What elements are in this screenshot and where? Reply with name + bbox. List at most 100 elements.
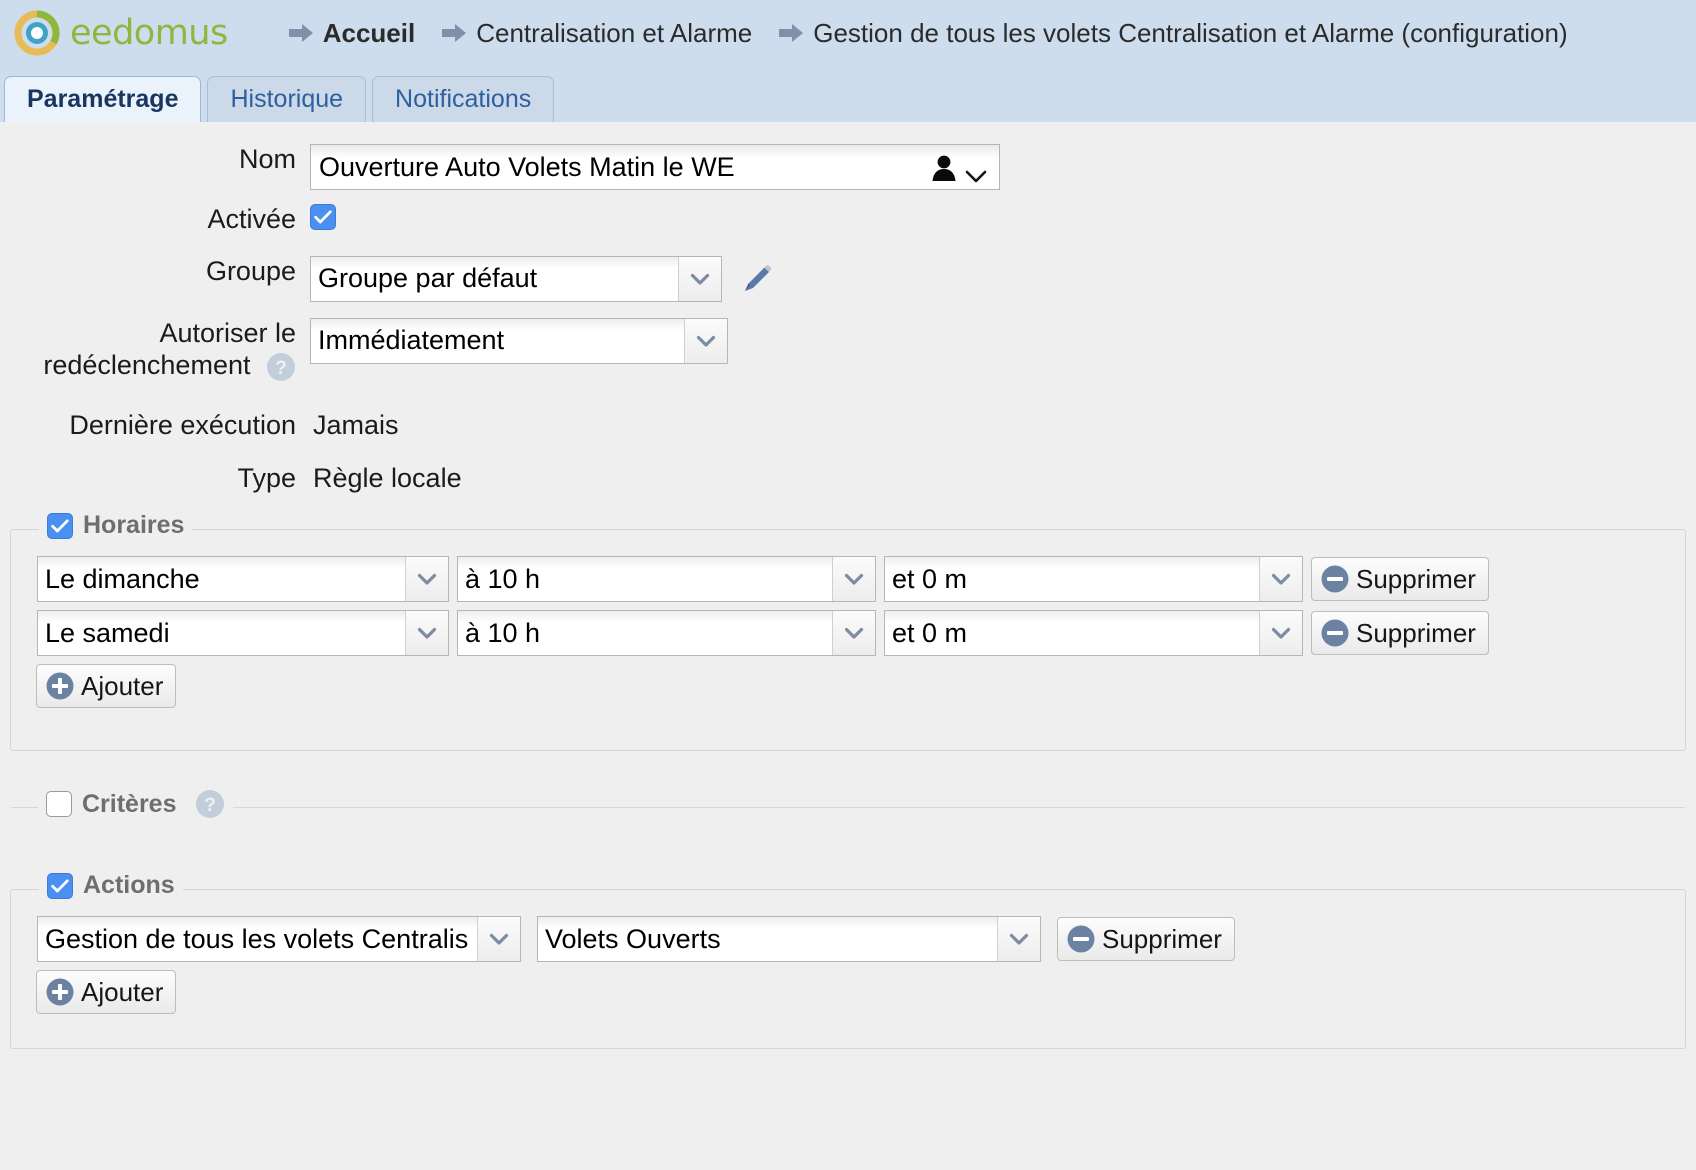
actions-add-button[interactable]: Ajouter	[36, 970, 177, 1015]
chevron-down-icon[interactable]	[832, 611, 875, 656]
action-target-select-0[interactable]: Gestion de tous les volets Centralis	[37, 916, 521, 963]
nom-input-value: Ouverture Auto Volets Matin le WE	[319, 151, 735, 182]
tab-parametrage[interactable]: Paramétrage	[4, 76, 202, 122]
label-redeclenchement: Autoriser le redéclenchement ?	[0, 318, 310, 382]
tab-parametrage-label: Paramétrage	[27, 85, 179, 113]
person-icon[interactable]	[931, 153, 957, 181]
field-nom: Nom Ouverture Auto Volets Matin le WE	[0, 144, 1696, 190]
action-state-select-0[interactable]: Volets Ouverts	[537, 916, 1041, 963]
svg-text:?: ?	[275, 358, 287, 379]
horaire-minute-value-1: et 0 m	[885, 611, 1259, 656]
svg-text:?: ?	[204, 795, 216, 816]
criteres-legend: Critères ?	[38, 789, 233, 820]
horaires-add-row: Ajouter	[36, 664, 1685, 709]
brand-name: eedomus	[70, 12, 228, 53]
horaire-day-select-0[interactable]: Le dimanche	[37, 556, 449, 603]
chevron-down-icon[interactable]	[997, 917, 1040, 962]
horaire-day-select-1[interactable]: Le samedi	[37, 610, 449, 657]
tab-bar: Paramétrage Historique Notifications	[0, 66, 1696, 122]
derniere-execution-value: Jamais	[313, 409, 399, 440]
action-row: Gestion de tous les volets Centralis Vol…	[37, 916, 1685, 963]
horaire-hour-select-0[interactable]: à 10 h	[457, 556, 876, 603]
horaire-hour-select-1[interactable]: à 10 h	[457, 610, 876, 657]
chevron-down-icon[interactable]	[405, 557, 448, 602]
label-activee: Activée	[207, 204, 296, 234]
breadcrumb: Accueil Centralisation et Alarme Gestion…	[288, 20, 1568, 46]
brand-logo[interactable]: eedomus	[14, 10, 228, 56]
field-redeclenchement: Autoriser le redéclenchement ? Immédiate…	[0, 317, 1696, 382]
minus-circle-icon	[1320, 564, 1350, 594]
action-delete-label-0: Supprimer	[1102, 923, 1222, 954]
plus-circle-icon	[45, 671, 75, 701]
chevron-down-icon[interactable]	[477, 917, 520, 962]
settings-form: Nom Ouverture Auto Volets Matin le WE Ac…	[0, 144, 1696, 1050]
chevron-down-icon[interactable]	[965, 160, 987, 183]
field-groupe: Groupe Groupe par défaut	[0, 255, 1696, 302]
horaire-minute-select-1[interactable]: et 0 m	[884, 610, 1303, 657]
criteres-fieldset: Critères ?	[10, 789, 1686, 849]
actions-body: Gestion de tous les volets Centralis Vol…	[11, 890, 1685, 1038]
eedomus-ring-logo-icon	[14, 10, 60, 56]
horaire-delete-button-0[interactable]: Supprimer	[1311, 557, 1489, 602]
chevron-down-icon[interactable]	[684, 318, 727, 363]
action-state-value-0: Volets Ouverts	[538, 917, 997, 962]
actions-add-label: Ajouter	[81, 976, 164, 1007]
criteres-checkbox[interactable]	[46, 791, 72, 818]
redeclenchement-control: Immédiatement	[310, 317, 728, 364]
horaire-delete-button-1[interactable]: Supprimer	[1311, 611, 1489, 656]
horaires-fieldset: Horaires Le dimanche à 10 h et 0 m Suppr…	[10, 511, 1686, 752]
help-icon[interactable]: ?	[195, 789, 225, 819]
tab-historique[interactable]: Historique	[207, 76, 367, 122]
activee-checkbox[interactable]	[310, 204, 336, 230]
plus-circle-icon	[45, 977, 75, 1007]
arrow-right-icon	[778, 23, 804, 43]
arrow-right-icon	[288, 23, 314, 43]
horaire-hour-value-0: à 10 h	[458, 557, 832, 602]
actions-checkbox[interactable]	[47, 872, 73, 899]
chevron-down-icon[interactable]	[832, 557, 875, 602]
chevron-down-icon[interactable]	[1259, 557, 1302, 602]
horaire-minute-select-0[interactable]: et 0 m	[884, 556, 1303, 603]
horaires-add-label: Ajouter	[81, 670, 164, 701]
chevron-down-icon[interactable]	[678, 256, 721, 301]
chevron-down-icon[interactable]	[405, 611, 448, 656]
criteres-legend-label: Critères	[82, 789, 177, 818]
horaire-day-value-1: Le samedi	[38, 611, 405, 656]
actions-legend: Actions	[39, 871, 183, 901]
horaire-delete-label-1: Supprimer	[1356, 617, 1476, 648]
actions-legend-label: Actions	[83, 871, 175, 900]
tab-notifications[interactable]: Notifications	[372, 76, 555, 122]
horaire-delete-label-0: Supprimer	[1356, 563, 1476, 594]
field-type: Type Règle locale	[0, 463, 1696, 495]
horaires-add-button[interactable]: Ajouter	[36, 664, 177, 709]
help-icon[interactable]: ?	[266, 352, 296, 382]
horaire-row: Le dimanche à 10 h et 0 m Supprimer	[37, 556, 1685, 603]
breadcrumb-item-accueil[interactable]: Accueil	[323, 20, 416, 46]
arrow-right-icon	[441, 23, 467, 43]
label-type: Type	[237, 463, 296, 494]
type-value-wrap: Règle locale	[310, 463, 462, 494]
minus-circle-icon	[1320, 618, 1350, 648]
nom-input[interactable]: Ouverture Auto Volets Matin le WE	[310, 144, 1000, 190]
label-derniere-execution: Dernière exécution	[69, 409, 296, 440]
horaire-hour-value-1: à 10 h	[458, 611, 832, 656]
nom-control: Ouverture Auto Volets Matin le WE	[310, 144, 1000, 190]
groupe-control: Groupe par défaut	[310, 255, 774, 302]
horaires-checkbox[interactable]	[47, 512, 73, 539]
field-derniere-execution: Dernière exécution Jamais	[0, 410, 1696, 442]
breadcrumb-item-centralisation[interactable]: Centralisation et Alarme	[476, 20, 752, 46]
action-delete-button-0[interactable]: Supprimer	[1057, 917, 1235, 962]
actions-add-row: Ajouter	[36, 970, 1685, 1015]
horaires-legend-label: Horaires	[83, 511, 185, 540]
pencil-icon[interactable]	[740, 262, 774, 296]
groupe-select[interactable]: Groupe par défaut	[310, 255, 722, 302]
label-redeclenchement-line1: Autoriser le	[159, 317, 296, 348]
redeclenchement-select[interactable]: Immédiatement	[310, 317, 728, 364]
type-value: Règle locale	[313, 463, 462, 494]
breadcrumb-item-current: Gestion de tous les volets Centralisatio…	[813, 18, 1568, 48]
horaires-body: Le dimanche à 10 h et 0 m Supprimer Le s…	[11, 530, 1685, 732]
app-header: eedomus Accueil Centralisation et Alarme…	[0, 0, 1696, 66]
chevron-down-icon[interactable]	[1259, 611, 1302, 656]
field-activee: Activée	[0, 204, 1696, 236]
label-nom: Nom	[238, 144, 296, 174]
